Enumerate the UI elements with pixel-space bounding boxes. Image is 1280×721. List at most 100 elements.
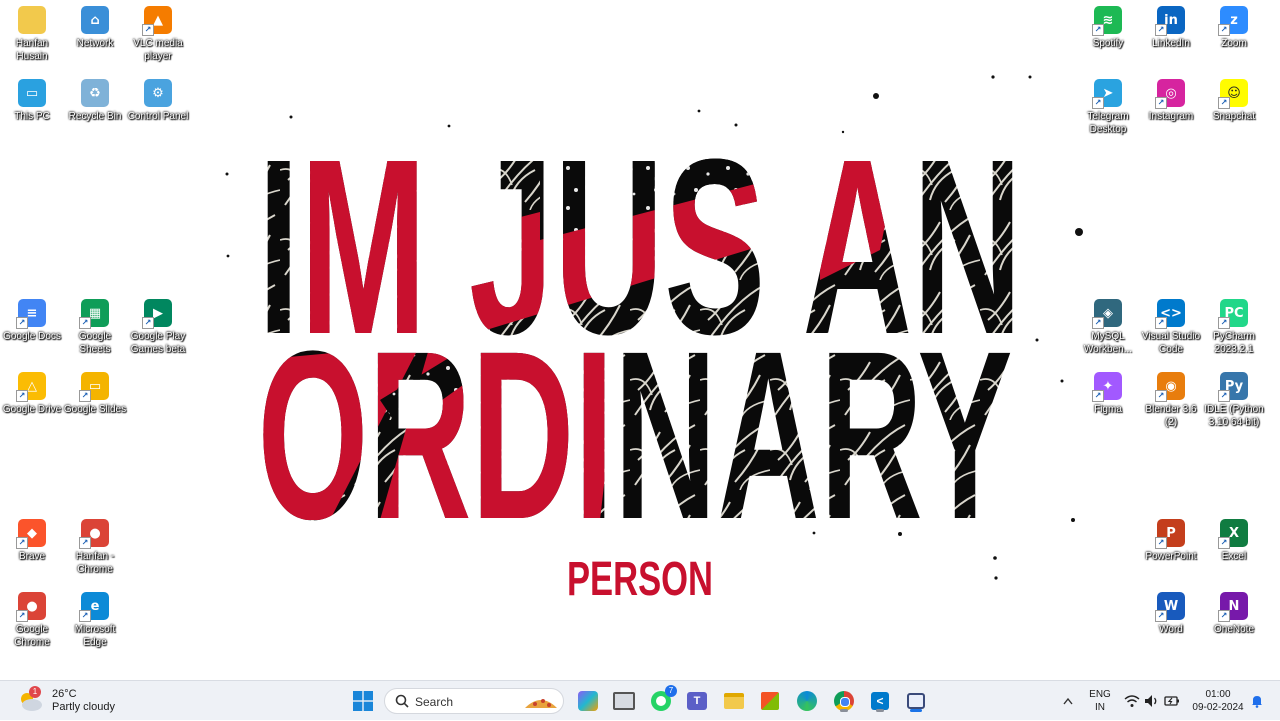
powerpoint-icon: P ↗ [1155,519,1185,549]
brave-icon: ◆ ↗ [16,519,46,549]
desktop-icon-google-sheets[interactable]: ▦ ↗ Google Sheets [63,297,127,356]
quick-settings-button[interactable] [1122,691,1182,711]
desktop-icon-label: Instagram [1148,111,1194,122]
show-hidden-icons-button[interactable] [1060,687,1076,715]
desktop-icon-label: Spotify [1092,38,1124,49]
battery-charging-icon [1164,696,1179,706]
network-icon: ⌂ [81,6,109,34]
desktop-icon-label: MySQL Workben... [1083,331,1133,355]
taskbar-app-task-view[interactable] [610,687,638,715]
taskbar-app-vscode[interactable]: < [866,687,894,715]
clock[interactable]: 01:00 09-02-2024 [1186,688,1250,714]
desktop-icon-powerpoint[interactable]: P ↗ PowerPoint [1139,517,1203,563]
desktop-icon-label: Google Play Games beta [130,331,186,355]
desktop-icon-chrome[interactable]: ● ↗ Google Chrome [0,590,64,649]
snapchat-icon: ☺ ↗ [1218,79,1248,109]
shortcut-arrow-icon: ↗ [1155,610,1167,622]
shortcut-arrow-icon: ↗ [79,537,91,549]
shortcut-arrow-icon: ↗ [142,317,154,329]
desktop-icon-monitor[interactable]: ▭ This PC [0,77,64,123]
taskbar-app-snipping-tool[interactable] [902,687,930,715]
desktop-icon-excel[interactable]: X ↗ Excel [1202,517,1266,563]
taskbar: 1 26°C Partly cloudy Search 7 T < ENG IN… [0,680,1280,720]
desktop-icon-label: Google Chrome [14,624,50,648]
desktop-icon-label: Google Docs [3,331,61,342]
desktop-icon-google-play-games[interactable]: ▶ ↗ Google Play Games beta [126,297,190,356]
desktop-icon-python-idle[interactable]: Py ↗ IDLE (Python 3.10 64-bit) [1202,370,1266,429]
desktop-icon-edge[interactable]: e ↗ Microsoft Edge [63,590,127,649]
taskbar-app-edge[interactable] [793,687,821,715]
desktop-icon-vscode[interactable]: <> ↗ Visual Studio Code [1139,297,1203,356]
search-label: Search [415,695,454,709]
shortcut-arrow-icon: ↗ [1218,537,1230,549]
colorful-cube-app-icon [578,691,598,711]
desktop-icon-blender[interactable]: ◉ ↗ Blender 3.6 (2) [1139,370,1203,429]
desktop-icon-telegram[interactable]: ➤ ↗ Telegram Desktop [1076,77,1140,136]
shortcut-arrow-icon: ↗ [1155,24,1167,36]
weather-badge: 1 [29,686,41,698]
desktop-icon-snapchat[interactable]: ☺ ↗ Snapchat [1202,77,1266,123]
clock-date: 09-02-2024 [1192,702,1244,713]
desktop-icon-label: Snapchat [1212,111,1256,122]
taskbar-app-cube[interactable] [574,687,602,715]
taskbar-app-store[interactable] [756,687,784,715]
desktop-icon-linkedin[interactable]: in ↗ LinkedIn [1139,4,1203,50]
windows-logo-icon [353,691,373,711]
region-code: IN [1095,702,1105,713]
search-highlight-pizza-icon [525,699,557,708]
google-slides-icon: ▭ ↗ [79,372,109,402]
taskbar-search[interactable]: Search [384,688,564,714]
desktop-icon-label: OneNote [1213,624,1255,635]
desktop-icon-folder[interactable]: Hanfan Husain [0,4,64,63]
shortcut-arrow-icon: ↗ [16,610,28,622]
desktop-icon-control-panel[interactable]: ⚙ Control Panel [126,77,190,123]
desktop-icon-recycle-bin[interactable]: ♻ Recycle Bin [63,77,127,123]
shortcut-arrow-icon: ↗ [1092,24,1104,36]
desktop-icon-label: Microsoft Edge [74,624,116,648]
desktop-icon-google-drive[interactable]: △ ↗ Google Drive [0,370,64,416]
recycle-bin-icon: ♻ [81,79,109,107]
desktop-icon-chrome-profile[interactable]: ● ↗ Hanfan - Chrome [63,517,127,576]
taskbar-app-teams[interactable]: T [683,687,711,715]
desktop-icon-label: Excel [1221,551,1247,562]
taskbar-app-chrome[interactable] [830,687,858,715]
desktop-icon-label: IDLE (Python 3.10 64-bit) [1204,404,1264,428]
desktop-icon-label: Google Drive [2,404,62,415]
desktop-icon-brave[interactable]: ◆ ↗ Brave [0,517,64,563]
weather-widget[interactable]: 1 26°C Partly cloudy [10,681,120,721]
start-button[interactable] [349,687,377,715]
microsoft-store-icon [761,692,779,710]
language-code: ENG [1089,689,1111,700]
shortcut-arrow-icon: ↗ [79,610,91,622]
shortcut-arrow-icon: ↗ [1218,24,1230,36]
desktop-icon-figma[interactable]: ✦ ↗ Figma [1076,370,1140,416]
shortcut-arrow-icon: ↗ [16,317,28,329]
desktop-icon-label: PowerPoint [1145,551,1197,562]
desktop-icon-mysql-workbench[interactable]: ◈ ↗ MySQL Workben... [1076,297,1140,356]
desktop-icon-vlc[interactable]: ▲ ↗ VLC media player [126,4,190,63]
desktop-icon-label: Figma [1094,404,1122,415]
edge-icon [797,691,817,711]
figma-icon: ✦ ↗ [1092,372,1122,402]
monitor-icon: ▭ [18,79,46,107]
desktop-icon-onenote[interactable]: N ↗ OneNote [1202,590,1266,636]
desktop-icon-zoom[interactable]: z ↗ Zoom [1202,4,1266,50]
chevron-up-icon [1063,697,1073,705]
telegram-icon: ➤ ↗ [1092,79,1122,109]
desktop-icon-pycharm[interactable]: PC ↗ PyCharm 2023.2.1 [1202,297,1266,356]
desktop-icon-instagram[interactable]: ◎ ↗ Instagram [1139,77,1203,123]
taskbar-app-file-explorer[interactable] [720,687,748,715]
language-indicator[interactable]: ENG IN [1087,688,1113,714]
notifications-button[interactable] [1250,687,1264,715]
desktop-icon-word[interactable]: W ↗ Word [1139,590,1203,636]
desktop-icon-google-slides[interactable]: ▭ ↗ Google Slides [63,370,127,416]
desktop-icon-spotify[interactable]: ≋ ↗ Spotify [1076,4,1140,50]
desktop-icon-google-docs[interactable]: ≡ ↗ Google Docs [0,297,64,343]
taskbar-app-whatsapp[interactable]: 7 [647,685,677,715]
desktop-icon-label: Word [1159,624,1183,635]
wifi-icon [1124,695,1140,707]
shortcut-arrow-icon: ↗ [16,390,28,402]
desktop-icon-label: Google Slides [63,404,127,415]
desktop-icon-network[interactable]: ⌂ Network [63,4,127,50]
search-icon [395,694,409,708]
